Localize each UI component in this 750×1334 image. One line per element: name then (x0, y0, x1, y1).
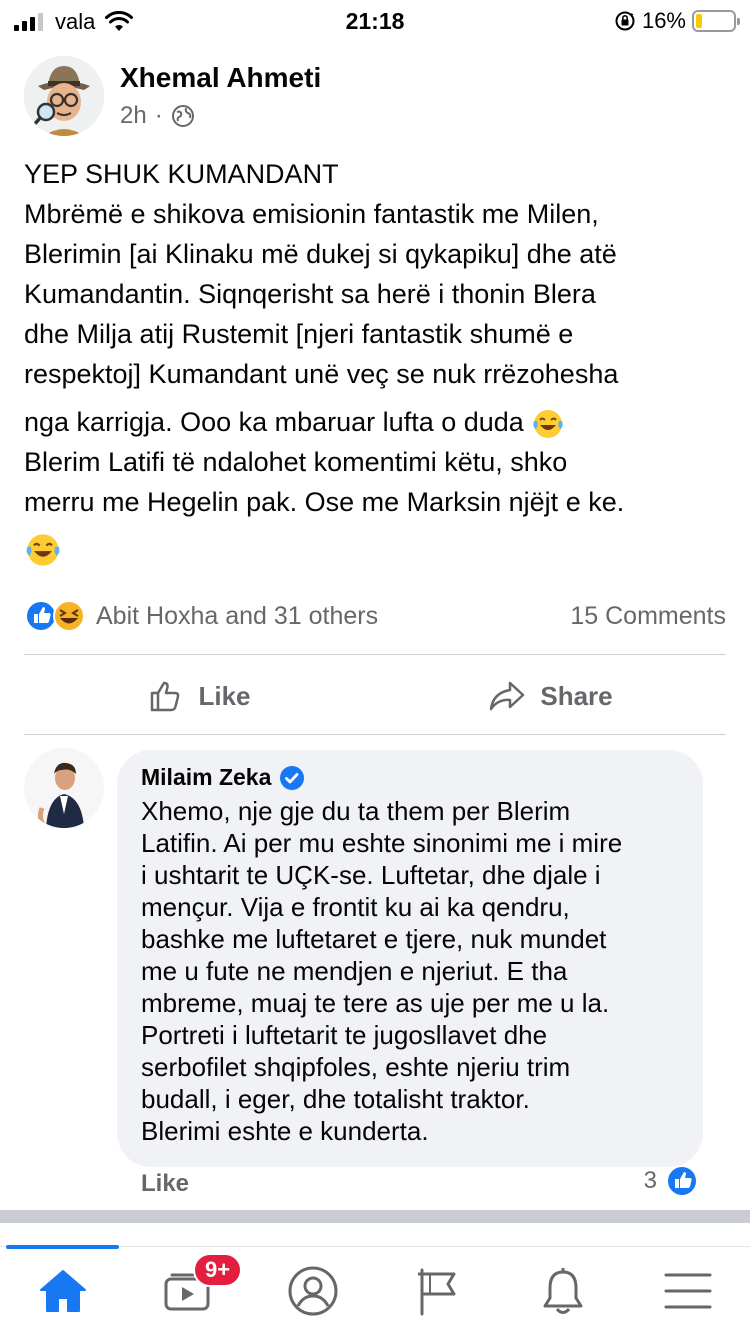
laughing-tears-emoji (26, 534, 60, 566)
nav-pages[interactable] (375, 1247, 500, 1334)
battery-percentage: 16% (641, 8, 686, 33)
comment-bubble[interactable]: Milaim Zeka Xhemo, nje gje du ta them pe… (117, 750, 703, 1167)
post-line: Kumandantin. Siqnqerisht sa herë i thoni… (24, 279, 596, 309)
notifications-bell-icon (543, 1267, 582, 1314)
nav-watch[interactable]: 9+ (125, 1247, 250, 1334)
post-line-with-emoji: nga karrigja. Ooo ka mbaruar lufta o dud… (24, 402, 730, 442)
comment-line: mençur. Vija e frontit ku ai ka qendru, (141, 892, 570, 922)
laughing-tears-emoji (533, 409, 563, 438)
reactions-text[interactable]: Abit Hoxha and 31 others (96, 602, 378, 631)
nav-notifications[interactable] (500, 1247, 625, 1334)
post-line: Blerimin [ai Klinaku më dukej si qykapik… (24, 239, 617, 269)
like-reaction-icon (666, 1165, 698, 1197)
meta-separator: · (154, 102, 163, 129)
home-icon (39, 1269, 86, 1312)
post-trailing-emoji (24, 528, 730, 569)
like-icon (151, 681, 180, 712)
comment-line: i ushtarit te UÇK-se. Luftetar, dhe djal… (141, 860, 601, 890)
watch-badge: 9+ (193, 1253, 243, 1287)
profile-icon (288, 1266, 337, 1315)
pages-flag-icon (417, 1268, 455, 1315)
comment-line: budall, i eger, dhe totalisht traktor. (141, 1084, 530, 1114)
author-avatar[interactable] (24, 56, 104, 136)
comment-line: mbreme, muaj te tere as uje per me u la. (141, 988, 610, 1018)
comment-reaction-count: 3 (643, 1167, 657, 1194)
comment-line: Blerimi eshte e kunderta. (141, 1116, 429, 1146)
nav-profile[interactable] (250, 1247, 375, 1334)
post-line: merru me Hegelin pak. Ose me Marksin një… (24, 487, 625, 517)
share-label: Share (540, 680, 613, 711)
post-line: respektoj] Kumandant unë veç se nuk rrëz… (24, 359, 619, 389)
post-author-name[interactable]: Xhemal Ahmeti (120, 62, 321, 94)
reactions-summary: Abit Hoxha and 31 others 15 Comments (24, 598, 726, 634)
comment-line: Latifin. Ai per mu eshte sinonimi me i m… (141, 828, 623, 858)
comment-line: Xhemo, nje gje du ta them per Blerim (141, 796, 571, 826)
feed-separator (0, 1210, 750, 1223)
battery-fill (696, 14, 702, 28)
post-meta: 2h · (120, 102, 321, 130)
post-text: YEP SHUK KUMANDANT Mbrëmë e shikova emis… (24, 154, 730, 569)
post-actions: Like Share (24, 664, 726, 728)
menu-icon (664, 1273, 711, 1308)
comments-count[interactable]: 15 Comments (570, 602, 726, 631)
comment-line: bashke me luftetaret e tjere, nuk mundet (141, 924, 607, 954)
comment-reactions[interactable]: 3 (644, 1164, 699, 1198)
bottom-navigation: 9+ (0, 1245, 750, 1334)
comment-line: serbofilet shqipfoles, eshte njeriu trim (141, 1052, 571, 1082)
nav-home[interactable] (0, 1245, 125, 1334)
divider (24, 734, 726, 735)
post-line: Blerim Latifi të ndalohet komentimi këtu… (24, 447, 568, 477)
post-line: nga karrigja. Ooo ka mbaruar lufta o dud… (24, 407, 524, 437)
commenter-name[interactable]: Milaim Zeka (141, 764, 271, 791)
post-time[interactable]: 2h (120, 102, 147, 130)
post-header: Xhemal Ahmeti 2h · (24, 56, 321, 136)
reactions-count[interactable]: Abit Hoxha and 31 others (24, 599, 378, 633)
haha-reaction-icon (53, 600, 85, 632)
post-line: dhe Milja atij Rustemit [njeri fantastik… (24, 319, 574, 349)
comment-line: me u fute ne mendjen e njeriut. E tha (141, 956, 568, 986)
comment-line: Portreti i luftetarit te jugosllavet dhe (141, 1020, 548, 1050)
post-line: YEP SHUK KUMANDANT (24, 159, 339, 189)
share-button[interactable]: Share (375, 664, 726, 728)
battery-icon (692, 10, 740, 32)
status-bar: vala 21:18 16% (0, 0, 750, 40)
like-label: Like (198, 680, 251, 711)
verified-badge-icon (280, 765, 305, 790)
globe-icon[interactable] (171, 104, 195, 128)
commenter-avatar[interactable] (24, 748, 104, 828)
divider (24, 654, 726, 655)
nav-menu[interactable] (625, 1247, 750, 1334)
comment-footer: Like 3 (117, 1164, 707, 1204)
post-line: Mbrëmë e shikova emisionin fantastik me … (24, 199, 599, 229)
like-button[interactable]: Like (24, 664, 375, 728)
rotation-lock-icon (615, 11, 635, 31)
comment-text: Xhemo, nje gje du ta them per Blerim Lat… (141, 795, 681, 1147)
comment-like-button[interactable]: Like (141, 1170, 189, 1198)
share-icon (490, 681, 525, 711)
